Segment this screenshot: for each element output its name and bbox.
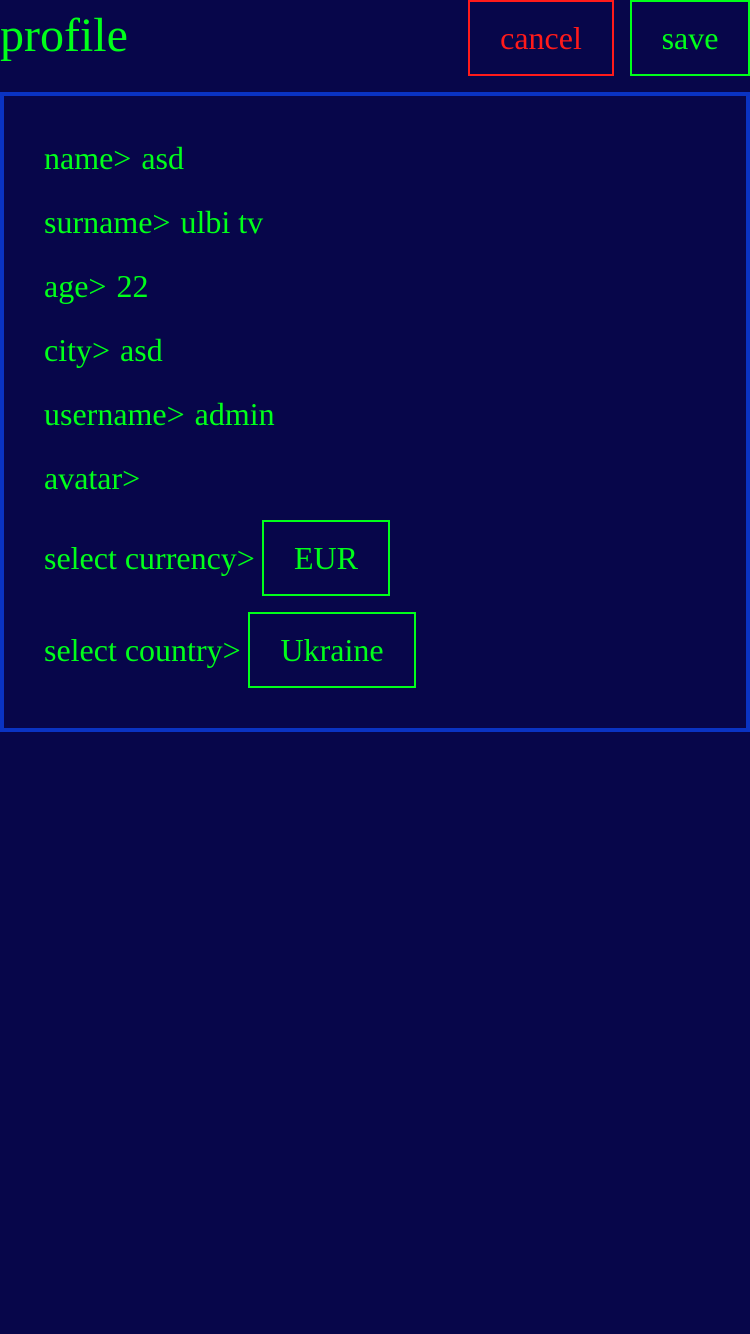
- profile-card: name> asd surname> ulbi tv age> 22 city> asd…: [0, 92, 750, 732]
- city-label: city>: [44, 332, 111, 368]
- avatar-label: avatar>: [44, 460, 141, 496]
- save-button[interactable]: save: [630, 0, 750, 76]
- age-field: age> 22: [44, 266, 148, 306]
- surname-label: surname>: [44, 204, 171, 240]
- username-field: username> admin: [44, 394, 275, 434]
- currency-label: select currency>: [44, 540, 255, 576]
- city-field: city> asd: [44, 330, 163, 370]
- currency-select-row: select currency> EUR: [44, 520, 404, 596]
- name-label: name>: [44, 140, 132, 176]
- currency-select[interactable]: EUR: [262, 520, 390, 596]
- header: profile cancel save: [0, 0, 750, 92]
- name-value[interactable]: asd: [141, 138, 184, 178]
- avatar-field: avatar>: [44, 458, 150, 498]
- country-label: select country>: [44, 632, 241, 668]
- surname-field: surname> ulbi tv: [44, 202, 263, 242]
- age-value[interactable]: 22: [116, 266, 148, 306]
- age-label: age>: [44, 268, 107, 304]
- country-select-row: select country> Ukraine: [44, 612, 424, 688]
- country-select[interactable]: Ukraine: [248, 612, 416, 688]
- username-label: username>: [44, 396, 185, 432]
- city-value[interactable]: asd: [120, 330, 163, 370]
- name-field: name> asd: [44, 138, 184, 178]
- page-title: profile: [0, 9, 128, 62]
- surname-value[interactable]: ulbi tv: [180, 202, 263, 242]
- username-value[interactable]: admin: [195, 394, 275, 434]
- cancel-button[interactable]: cancel: [468, 0, 614, 76]
